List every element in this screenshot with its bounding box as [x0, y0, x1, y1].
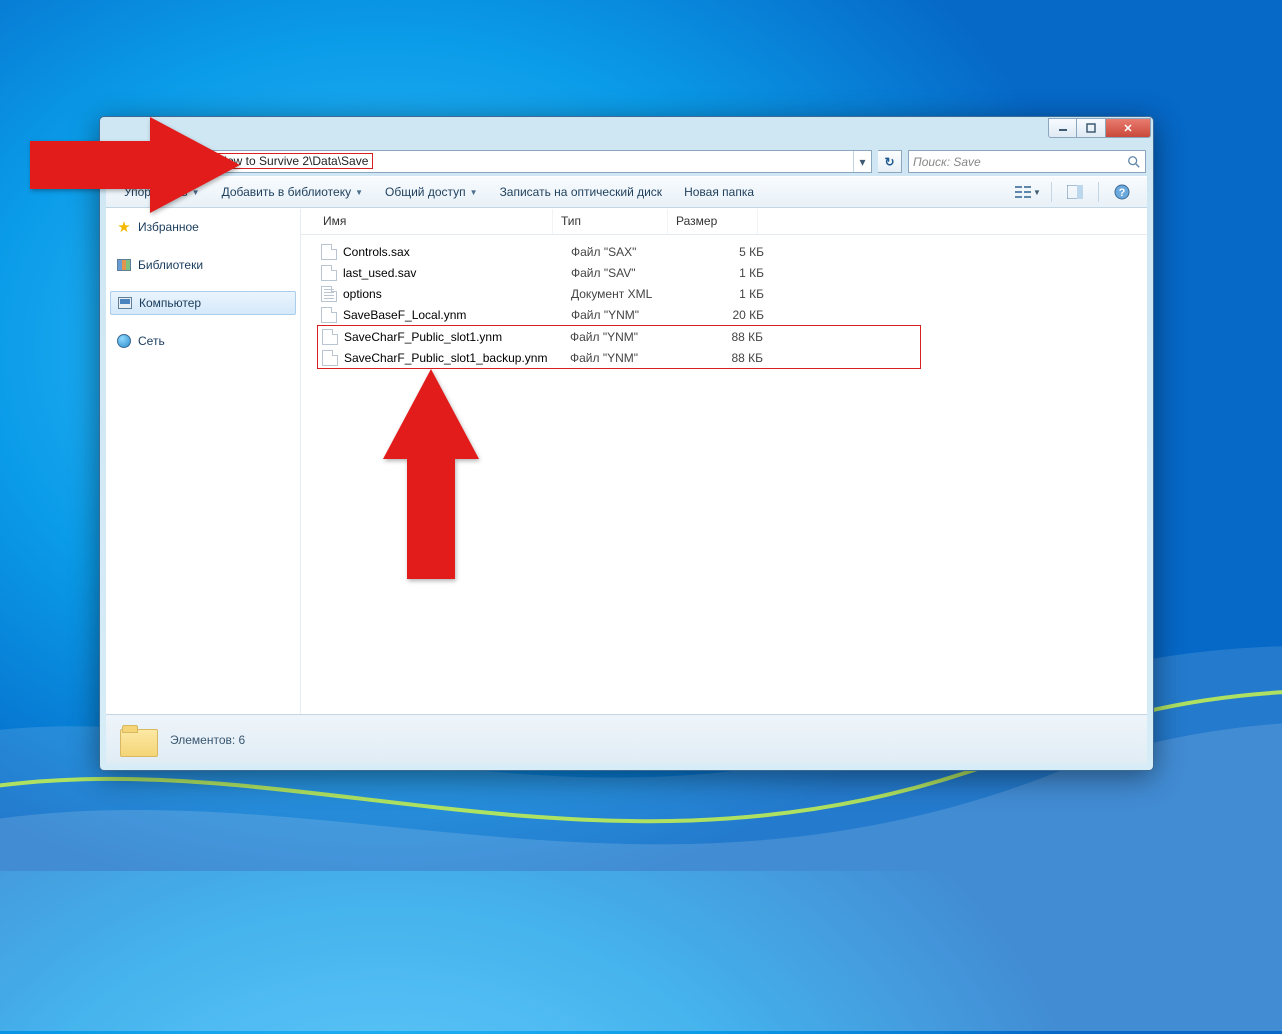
refresh-button[interactable]: ↻	[878, 150, 902, 173]
folder-icon	[182, 153, 200, 171]
star-icon: ★	[116, 219, 132, 235]
file-row[interactable]: last_used.savФайл "SAV"1 КБ	[301, 262, 1147, 283]
new-folder-button[interactable]: Новая папка	[674, 181, 764, 203]
file-row[interactable]: SaveCharF_Public_slot1.ynmФайл "YNM"88 К…	[320, 326, 918, 347]
burn-button[interactable]: Записать на оптический диск	[490, 181, 673, 203]
column-headers: Имя Тип Размер	[301, 209, 1147, 235]
file-row[interactable]: optionsДокумент XML1 КБ	[301, 283, 1147, 304]
column-size[interactable]: Размер	[668, 209, 758, 234]
xml-file-icon	[321, 286, 337, 302]
folder-icon	[120, 725, 156, 755]
file-icon	[322, 329, 338, 345]
breadcrumb[interactable]: s\How to Survive 2\Data\Save	[204, 151, 853, 172]
view-options-button[interactable]: ▼	[1011, 180, 1045, 204]
file-icon	[321, 265, 337, 281]
file-icon	[321, 244, 337, 260]
highlighted-files: SaveCharF_Public_slot1.ynmФайл "YNM"88 К…	[317, 325, 921, 369]
column-name[interactable]: Имя	[301, 209, 553, 234]
file-list[interactable]: Controls.saxФайл "SAX"5 КБ last_used.sav…	[301, 235, 1147, 369]
libraries-icon	[116, 257, 132, 273]
search-placeholder: Поиск: Save	[913, 155, 1127, 169]
back-button[interactable]	[107, 148, 134, 175]
address-dropdown[interactable]: ▾	[853, 151, 871, 172]
titlebar[interactable]: ✕	[100, 117, 1153, 149]
computer-icon	[117, 295, 133, 311]
file-row[interactable]: Controls.saxФайл "SAX"5 КБ	[301, 241, 1147, 262]
sidebar-item-computer[interactable]: Компьютер	[110, 291, 296, 315]
search-icon	[1127, 155, 1141, 169]
file-row[interactable]: SaveCharF_Public_slot1_backup.ynmФайл "Y…	[320, 347, 918, 368]
nav-buttons	[107, 150, 173, 174]
sidebar-item-network[interactable]: Сеть	[106, 329, 300, 353]
file-icon	[321, 307, 337, 323]
status-bar: Элементов: 6	[106, 714, 1147, 764]
share-menu[interactable]: Общий доступ▼	[375, 181, 488, 203]
forward-button[interactable]	[137, 148, 164, 175]
minimize-button[interactable]	[1048, 118, 1077, 138]
address-bar[interactable]: s\How to Survive 2\Data\Save ▾	[179, 150, 872, 173]
svg-text:?: ?	[1119, 187, 1126, 199]
preview-pane-button[interactable]	[1058, 180, 1092, 204]
close-button[interactable]: ✕	[1106, 118, 1151, 138]
nav-row: s\How to Survive 2\Data\Save ▾ ↻ Поиск: …	[100, 149, 1153, 176]
sidebar-item-favorites[interactable]: ★Избранное	[106, 215, 300, 239]
file-icon	[322, 350, 338, 366]
network-icon	[116, 333, 132, 349]
sidebar-item-libraries[interactable]: Библиотеки	[106, 253, 300, 277]
column-type[interactable]: Тип	[553, 209, 668, 234]
search-input[interactable]: Поиск: Save	[908, 150, 1146, 173]
add-to-library-menu[interactable]: Добавить в библиотеку▼	[212, 181, 373, 203]
maximize-button[interactable]	[1077, 118, 1106, 138]
sidebar: ★Избранное Библиотеки Компьютер Сеть	[106, 209, 301, 714]
file-pane: Имя Тип Размер Controls.saxФайл "SAX"5 К…	[301, 209, 1147, 714]
help-button[interactable]: ?	[1105, 180, 1139, 204]
status-text: Элементов: 6	[170, 733, 245, 747]
toolbar: Упор…чить▼ Добавить в библиотеку▼ Общий …	[106, 176, 1147, 208]
explorer-window: ✕ s\How to Survive 2\Data\Save ▾ ↻ Поиск…	[99, 116, 1154, 771]
organize-menu[interactable]: Упор…чить▼	[114, 181, 210, 203]
body: ★Избранное Библиотеки Компьютер Сеть Имя…	[106, 208, 1147, 714]
file-row[interactable]: SaveBaseF_Local.ynmФайл "YNM"20 КБ	[301, 304, 1147, 325]
